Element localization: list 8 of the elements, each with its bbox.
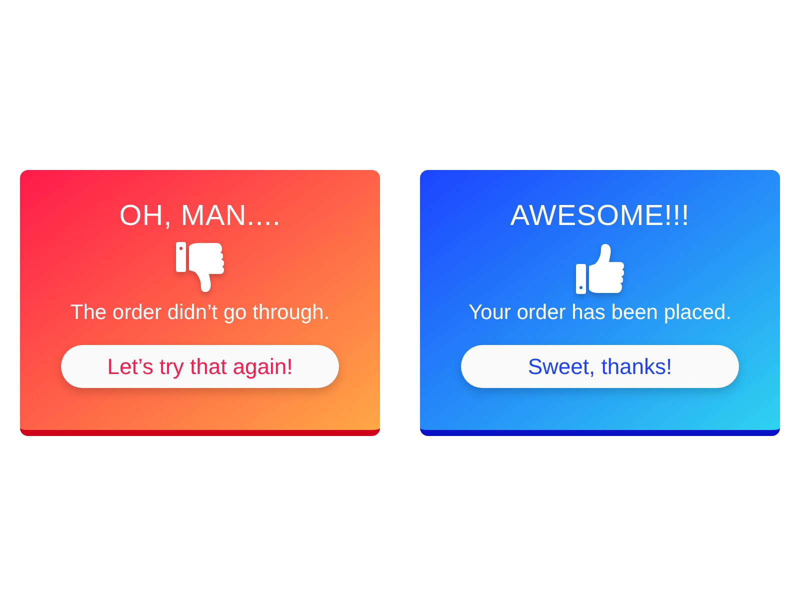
card-message: The order didn’t go through.: [70, 300, 330, 326]
action-button[interactable]: Sweet, thanks!: [461, 345, 739, 388]
card-title: AWESOME!!!: [510, 199, 690, 233]
action-button[interactable]: Let’s try that again!: [61, 345, 339, 388]
thumbs-down-icon: [176, 242, 224, 294]
thumbs-up-icon: [576, 242, 624, 294]
card-title: OH, MAN....: [119, 199, 281, 233]
card-message: Your order has been placed.: [468, 300, 732, 326]
